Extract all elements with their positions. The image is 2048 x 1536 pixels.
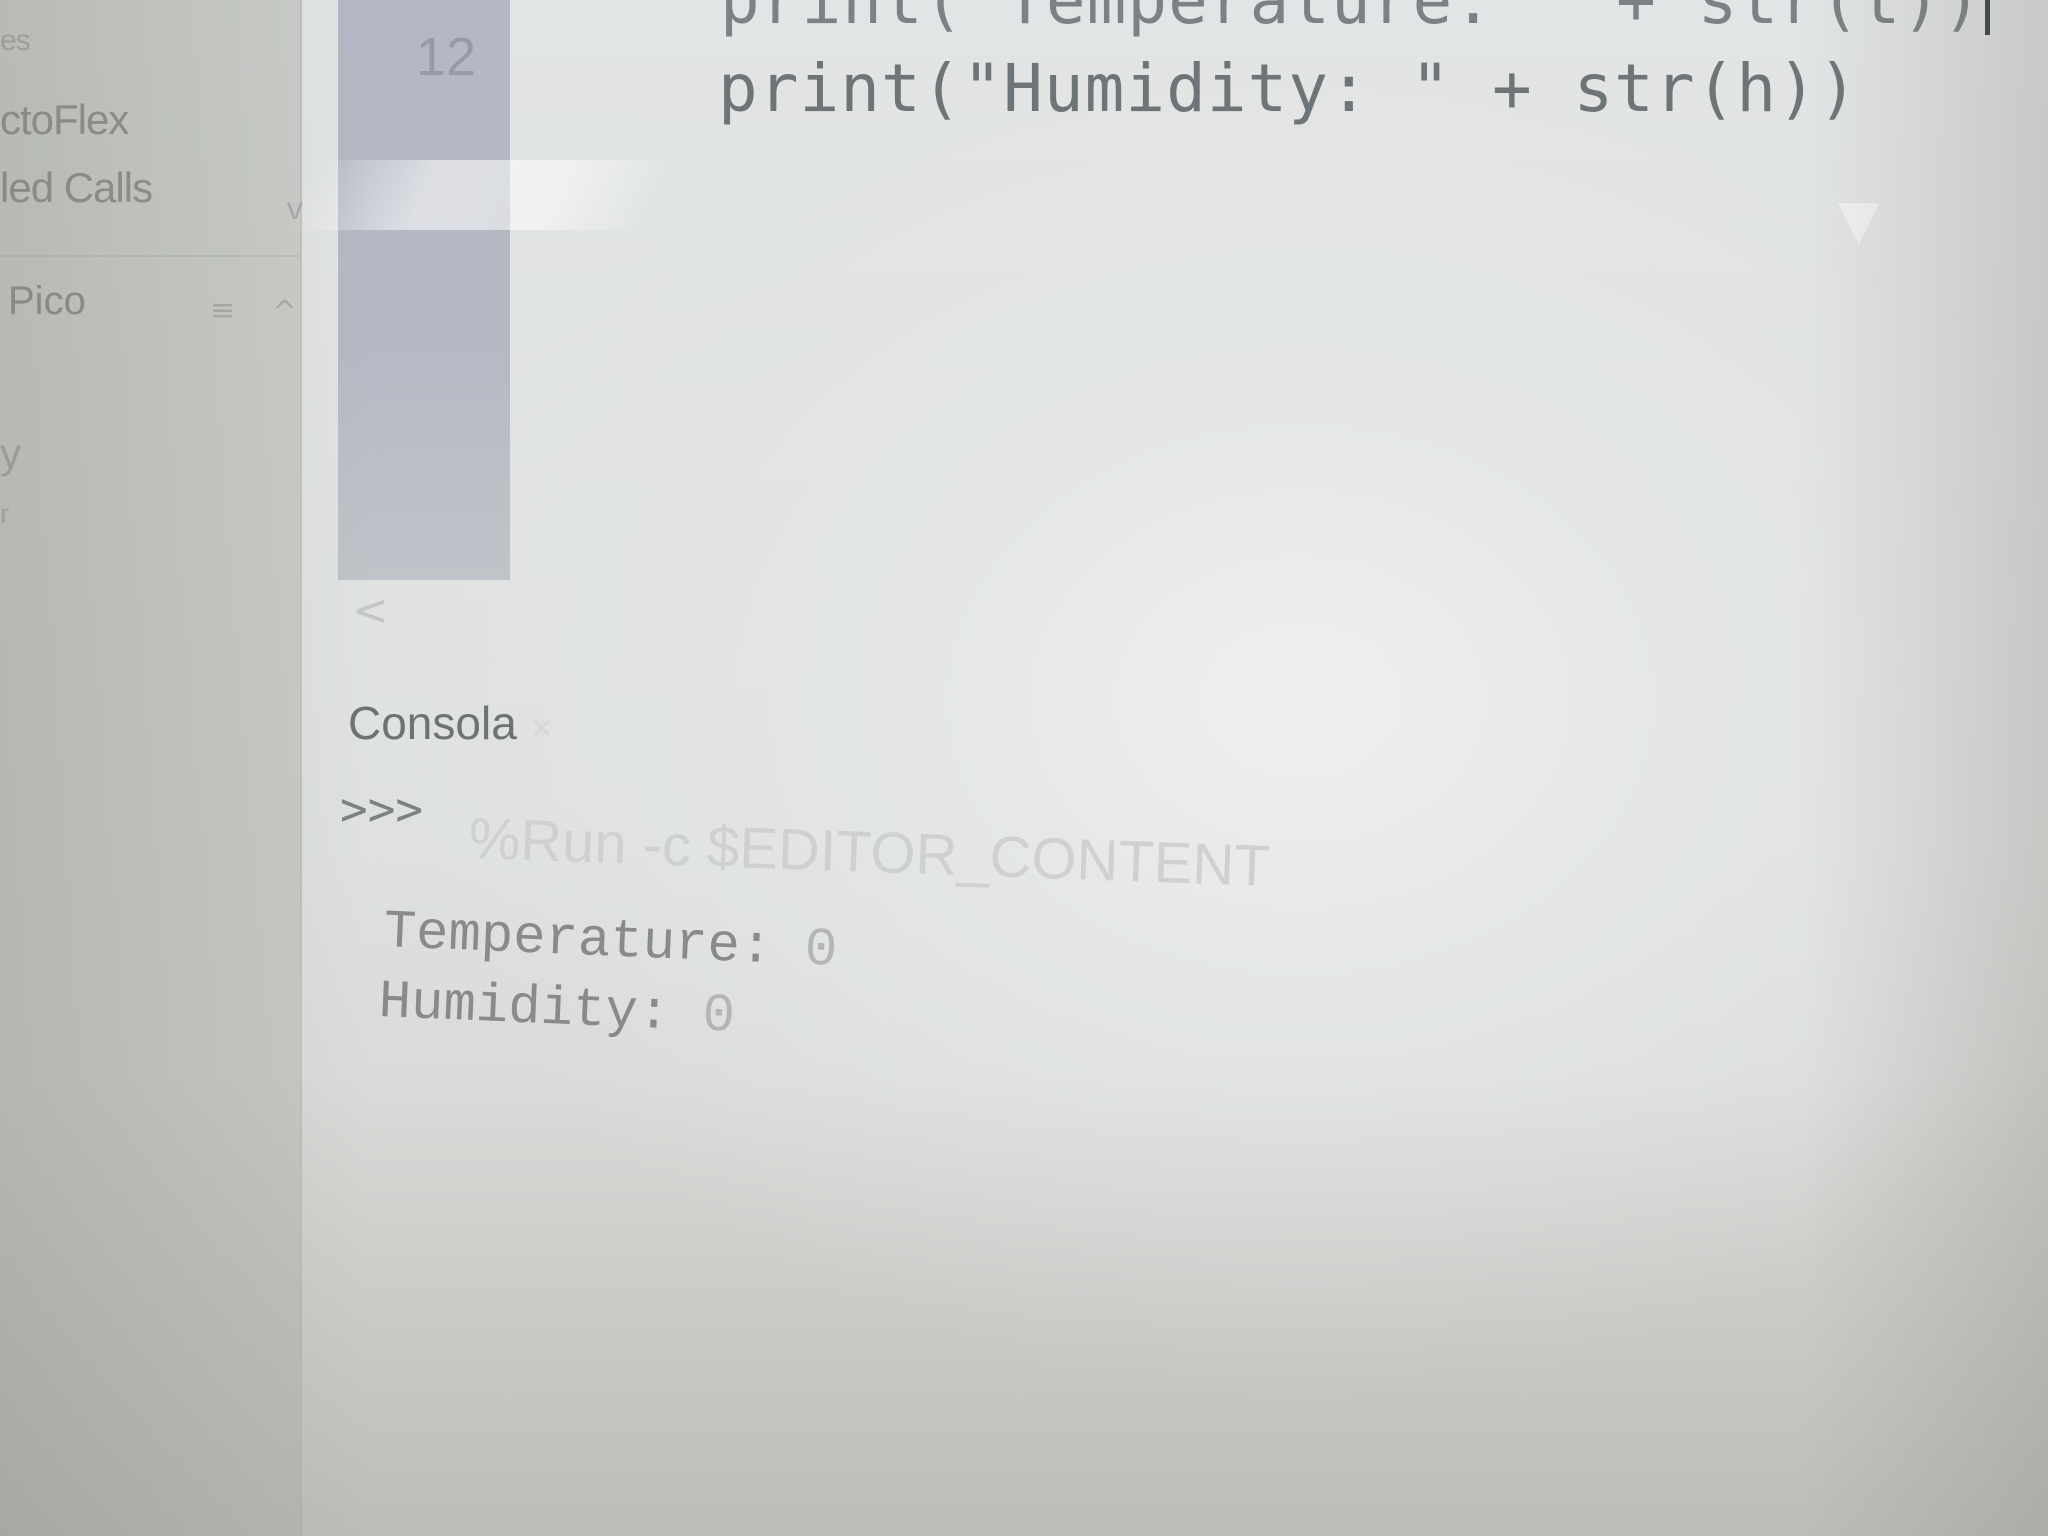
output-value: 0 bbox=[803, 919, 839, 982]
chevron-up-icon[interactable]: ^ bbox=[272, 295, 297, 330]
sidebar-item-ctoflex[interactable]: ctoFlex bbox=[0, 96, 129, 144]
console-output-line: Temperature: 0 bbox=[382, 902, 838, 982]
scroll-down-icon[interactable]: ▼ bbox=[1838, 188, 1880, 251]
sidebar-item-partial-y[interactable]: y bbox=[0, 430, 21, 478]
output-value: 0 bbox=[701, 985, 737, 1048]
screen: es ctoFlex led Calls v Pico ≡ ^ y r 12 p… bbox=[0, 0, 2048, 1536]
output-label: Humidity: bbox=[377, 972, 704, 1047]
menu-icon[interactable]: ≡ bbox=[210, 293, 235, 328]
sidebar-item-partial-r[interactable]: r bbox=[0, 498, 9, 530]
close-icon[interactable]: ✕ bbox=[530, 712, 553, 745]
screen-glare bbox=[283, 160, 677, 230]
photo-vignette bbox=[0, 0, 2048, 1536]
pico-section: Pico ≡ ^ bbox=[0, 255, 300, 357]
console-output-line: Humidity: 0 bbox=[377, 972, 736, 1048]
pico-section-label: Pico bbox=[8, 279, 86, 323]
text-cursor bbox=[1984, 0, 1990, 35]
files-sidebar: es ctoFlex led Calls v Pico ≡ ^ y r bbox=[0, 0, 304, 1536]
sidebar-item-led-calls[interactable]: led Calls bbox=[0, 164, 153, 212]
console-prompt: >>> bbox=[340, 782, 424, 836]
code-line-text: print("Humidity: " + str(h)) bbox=[718, 50, 1859, 127]
sidebar-item-es[interactable]: es bbox=[0, 24, 31, 58]
code-line[interactable]: print("Humidity: " + str(h)) bbox=[718, 50, 1859, 127]
line-number-gutter: 12 bbox=[338, 0, 510, 580]
code-line-text: print("Temperature: " + str(t)) bbox=[720, 0, 1983, 39]
line-number: 12 bbox=[415, 27, 476, 87]
scroll-left-icon[interactable]: < bbox=[352, 585, 389, 636]
output-label: Temperature: bbox=[382, 902, 806, 981]
console-tab[interactable]: Consola bbox=[348, 696, 517, 750]
code-line[interactable]: print("Temperature: " + str(t)) bbox=[720, 0, 1990, 39]
console-command: %Run -c $EDITOR_CONTENT bbox=[467, 805, 1271, 899]
